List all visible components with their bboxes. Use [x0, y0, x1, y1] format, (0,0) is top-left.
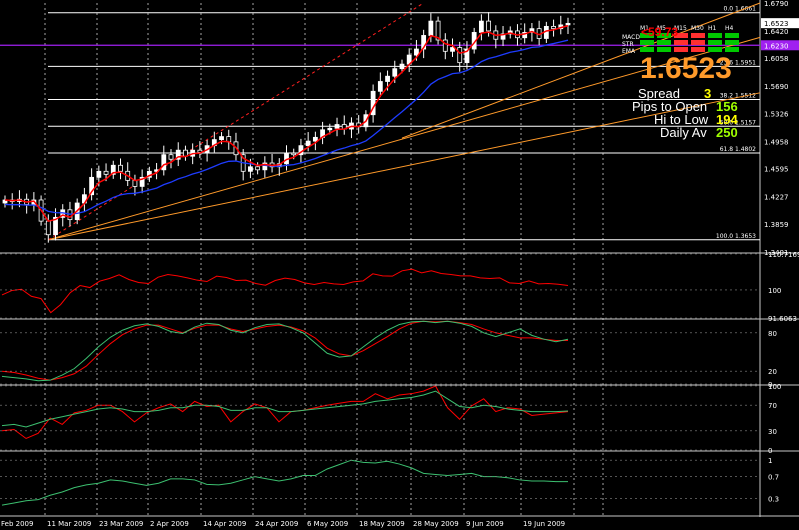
indicator-status-bar	[708, 33, 722, 38]
current-price-tag-label: 1.6523	[764, 20, 789, 28]
indicator-status-bar	[725, 40, 739, 45]
bull-candle	[312, 136, 318, 142]
oscillator-axis-tick-label: 0.7	[768, 474, 779, 482]
oscillator-axis-tick-label: 1	[768, 457, 772, 465]
oscillator-axis-tick-label: 0	[768, 447, 772, 455]
x-axis-date-label: 2 Apr 2009	[150, 520, 189, 528]
bear-candle	[118, 164, 123, 172]
bull-candle	[385, 75, 390, 82]
bear-candle	[291, 152, 297, 156]
daily-av-label: Daily Av	[660, 125, 707, 140]
indicator-status-bar	[691, 40, 705, 45]
bear-candle	[45, 220, 51, 236]
bull-candle	[399, 63, 405, 70]
x-axis-date-label: 9 Jun 2009	[466, 520, 504, 528]
bull-candle	[305, 140, 311, 147]
oscillator-axis-tick-label: 100	[768, 287, 781, 295]
bear-candle	[103, 170, 109, 175]
x-axis-date-label: 24 Apr 2009	[255, 520, 298, 528]
main-axis-tick-label: 1.6420	[764, 28, 789, 36]
pips-badge: <59.73	[641, 25, 679, 39]
oscillator-axis-tick-label: 91.6063	[768, 315, 797, 323]
main-axis-tick-label: 1.4227	[764, 193, 789, 201]
oscillator-axis-tick-label: 100	[768, 383, 781, 391]
main-axis-tick-label: 1.3859	[764, 221, 789, 229]
bull-candle	[327, 127, 333, 131]
x-axis-date-label: 19 Jun 2009	[523, 520, 565, 528]
bull-candle	[414, 48, 419, 56]
oscillator-axis-tick-label: 20	[768, 368, 777, 376]
main-axis-tick-label: 1.6058	[764, 55, 789, 63]
oscillator-axis-tick-label: 0.3	[768, 496, 779, 504]
bull-candle	[248, 166, 253, 172]
x-axis-date-label: Feb 2009	[1, 520, 33, 528]
bear-candle	[255, 166, 261, 171]
main-axis-tick-label: 1.6790	[764, 0, 789, 8]
bear-candle	[457, 47, 463, 64]
bull-candle	[450, 47, 455, 52]
x-axis-date-label: 14 Apr 2009	[203, 520, 246, 528]
indicator-row-label: MACD	[622, 34, 640, 41]
timeframe-label: H4	[725, 25, 734, 32]
bear-candle	[168, 154, 174, 160]
bull-candle	[219, 136, 224, 141]
indicator-status-bar	[657, 40, 671, 45]
bull-candle	[392, 68, 398, 77]
x-axis-date-label: 6 May 2009	[307, 520, 348, 528]
main-axis-tick-label: 1.4595	[764, 166, 789, 174]
bull-candle	[478, 20, 484, 33]
timeframe-label: M30	[691, 25, 704, 32]
bull-candle	[428, 20, 434, 36]
indicator-status-bar	[708, 40, 722, 45]
x-axis-date-label: 28 May 2009	[413, 520, 459, 528]
oscillator-axis-tick-label: 70	[768, 402, 777, 410]
big-price: 1.6523	[640, 52, 732, 85]
indicator-row-label: EMA	[622, 48, 636, 55]
bear-candle	[486, 20, 492, 32]
indicator-status-bar	[674, 40, 688, 45]
bull-candle	[377, 81, 383, 92]
bull-candle	[334, 124, 340, 129]
bull-candle	[565, 22, 571, 26]
oscillator-axis-tick-label: 30	[768, 428, 777, 436]
purple-price-tag-label: 1.6230	[764, 42, 789, 50]
timeframe-label: H1	[708, 25, 717, 32]
bull-candle	[161, 154, 167, 171]
oscillator-axis-tick-label: 110.7169	[768, 251, 799, 259]
x-axis-date-label: 11 Mar 2009	[47, 520, 91, 528]
bear-candle	[551, 25, 556, 30]
fib-level-label: 100.0 1.3653	[716, 233, 756, 240]
bull-candle	[96, 170, 102, 178]
main-axis-tick-label: 1.5326	[764, 110, 789, 118]
indicator-status-bar	[640, 40, 654, 45]
daily-av-value: 250	[716, 125, 738, 140]
oscillator-axis-tick-label: 80	[768, 330, 777, 338]
x-axis-date-label: 23 Mar 2009	[99, 520, 143, 528]
x-axis-date-label: 18 May 2009	[359, 520, 405, 528]
main-axis-tick-label: 1.5690	[764, 83, 789, 91]
main-axis-tick-label: 1.4958	[764, 138, 789, 146]
indicator-status-bar	[691, 33, 705, 38]
indicator-row-label: STR	[622, 41, 634, 48]
fib-level-label: 61.8 1.4802	[720, 146, 756, 153]
indicator-status-bar	[725, 33, 739, 38]
